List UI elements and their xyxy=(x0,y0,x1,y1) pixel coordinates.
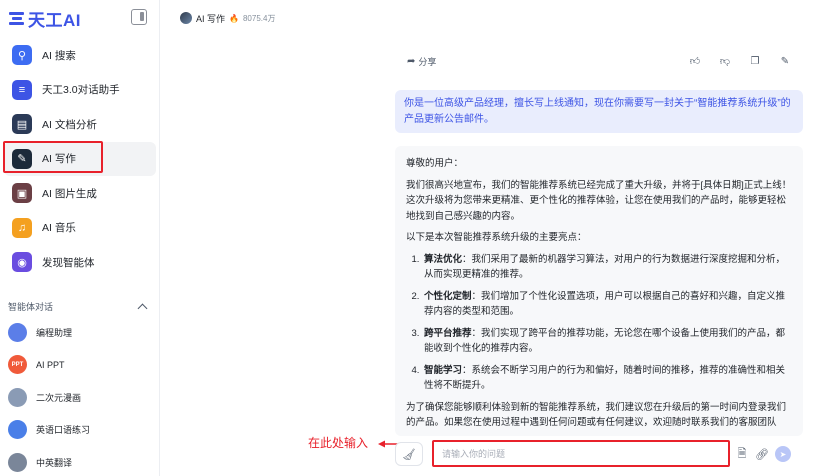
agent-item-label: 二次元漫画 xyxy=(36,392,82,403)
translate-avatar-icon xyxy=(8,452,27,472)
agent-item-label: 英语口语练习 xyxy=(36,425,91,436)
sidebar-item-label: 发现智能体 xyxy=(42,256,95,269)
reply-highlights-list: 算法优化：我们采用了最新的机器学习算法，对用户的行为数据进行深度挖掘和分析，从而… xyxy=(422,252,792,394)
thumbs-down-icon[interactable]: 👎︎ xyxy=(717,53,733,69)
reply-closing: 为了确保您能够顺利体验到新的智能推荐系统，我们建议您在升级后的第一时间内登录我们… xyxy=(406,401,787,429)
fire-icon: 🔥 xyxy=(229,13,239,23)
tiangong-icon: ≡ xyxy=(12,79,32,100)
file-upload-icon[interactable]: 🗎︎ xyxy=(734,446,750,462)
broom-icon: 🧹︎ xyxy=(402,448,416,461)
agent-item[interactable]: 编程助理 xyxy=(0,316,160,349)
agent-avatar xyxy=(180,12,192,24)
agent-item-label: 中英翻译 xyxy=(36,457,73,468)
brand-logo[interactable]: 天工AI xyxy=(8,7,81,30)
edit-icon[interactable]: ✎ xyxy=(777,53,793,69)
reply-highlights-lead: 以下是本次智能推荐系统升级的主要亮点： xyxy=(406,232,587,243)
sidebar-item-agent-discover[interactable]: ◉ 发现智能体 xyxy=(4,245,156,280)
highlight-title: 智能学习 xyxy=(424,364,463,376)
highlight-text: ：系统会不断学习用户的行为和偏好，随着时间的推移，推荐的准确性和相关性将不断提升… xyxy=(424,364,786,392)
highlight-item: 跨平台推荐：我们实现了跨平台的推荐功能，无论您在哪个设备上使用我们的产品，都能收… xyxy=(422,326,792,357)
chevron-up-icon xyxy=(137,303,148,313)
send-icon: ➤ xyxy=(779,449,787,459)
input-annotation: 在此处输入 xyxy=(308,436,369,450)
highlight-text: ：我们增加了个性化设置选项，用户可以根据自己的喜好和兴趣，自定义推荐内容的类型和… xyxy=(424,290,786,318)
coding-avatar-icon xyxy=(8,322,27,342)
highlight-item: 智能学习：系统会不断学习用户的行为和偏好，随着时间的推移，推荐的准确性和相关性将… xyxy=(422,363,792,394)
agents-section: 智能体对话 编程助理 PPT AI PPT 二次元漫画英语口语练习 中英翻译 xyxy=(0,296,160,476)
highlight-item: 算法优化：我们采用了最新的机器学习算法，对用户的行为数据进行深度挖掘和分析，从而… xyxy=(422,252,792,283)
share-button[interactable]: ➦ 分享 xyxy=(407,55,436,68)
search-icon: ⚲ xyxy=(12,45,32,66)
sidebar-item-tiangong[interactable]: ≡ 天工3.0对话助手 xyxy=(4,73,156,108)
agent-item-label: AI PPT xyxy=(36,359,65,370)
agent-discover-icon: ◉ xyxy=(12,252,32,273)
highlight-title: 跨平台推荐 xyxy=(424,327,472,339)
thumbs-up-icon[interactable]: 👍︎ xyxy=(687,53,703,69)
sidebar: 天工AI ⚲ AI 搜索 ≡ 天工3.0对话助手 ▤ AI 文档分析 ✎ AI 写作 ▣ AI 图… xyxy=(0,0,160,476)
clear-context-button[interactable]: 🧹︎ xyxy=(395,442,423,466)
chat-input-box[interactable] xyxy=(432,440,730,467)
reply-intro: 我们很高兴地宣布，我们的智能推荐系统已经完成了重大升级，并将于[具体日期]正式上… xyxy=(406,179,792,222)
message-action-bar: ➦ 分享 👍︎ 👎︎ ❐ ✎ xyxy=(395,50,803,72)
sidebar-item-document[interactable]: ▤ AI 文档分析 xyxy=(4,107,156,142)
conversation-title: AI 写作 xyxy=(196,13,226,24)
sidebar-item-label: AI 图片生成 xyxy=(42,187,97,200)
highlight-text: ：我们采用了最新的机器学习算法，对用户的行为数据进行深度挖掘和分析，从而实现更精… xyxy=(424,253,786,281)
highlight-title: 算法优化 xyxy=(424,253,463,265)
brand-mark-icon xyxy=(8,10,25,27)
document-icon: ▤ xyxy=(12,114,32,135)
english-avatar-icon xyxy=(8,420,27,440)
agents-section-title: 智能体对话 xyxy=(8,301,54,312)
highlight-box-ai-writing xyxy=(3,141,103,173)
share-icon: ➦ xyxy=(407,55,416,67)
conversation-header: AI 写作 🔥 8075.4万 xyxy=(180,10,275,26)
anime-avatar-icon xyxy=(8,387,27,407)
share-label: 分享 xyxy=(418,56,437,67)
highlight-item: 个性化定制：我们增加了个性化设置选项，用户可以根据自己的喜好和兴趣，自定义推荐内… xyxy=(422,289,792,320)
agent-item[interactable]: 中英翻译 xyxy=(0,446,160,476)
image-icon: ▣ xyxy=(12,183,32,204)
agent-item[interactable]: PPT AI PPT xyxy=(0,349,160,382)
sidebar-item-label: AI 文档分析 xyxy=(42,118,97,131)
highlight-title: 个性化定制 xyxy=(424,290,472,302)
agents-section-header[interactable]: 智能体对话 xyxy=(0,296,160,316)
brand-name: 天工AI xyxy=(28,10,81,30)
agent-item-label: 编程助理 xyxy=(36,327,73,338)
sidebar-collapse-icon[interactable] xyxy=(131,9,147,25)
sidebar-item-label: 天工3.0对话助手 xyxy=(42,84,120,97)
sidebar-item-label: AI 音乐 xyxy=(42,222,76,235)
chat-input[interactable] xyxy=(442,448,728,459)
agent-item[interactable]: 英语口语练习 xyxy=(0,414,160,447)
agents-list: 编程助理 PPT AI PPT 二次元漫画英语口语练习 中英翻译 xyxy=(0,316,160,476)
music-icon: ♫ xyxy=(12,217,32,238)
sidebar-item-label: AI 搜索 xyxy=(42,49,76,62)
copy-icon[interactable]: ❐ xyxy=(747,53,763,69)
sidebar-item-image[interactable]: ▣ AI 图片生成 xyxy=(4,176,156,211)
highlight-text: ：我们实现了跨平台的推荐功能，无论您在哪个设备上使用我们的产品，都能收到个性化的… xyxy=(424,327,786,355)
agent-item[interactable]: 二次元漫画 xyxy=(0,381,160,414)
ppt-icon: PPT xyxy=(8,355,27,375)
sidebar-item-search[interactable]: ⚲ AI 搜索 xyxy=(4,38,156,73)
assistant-reply: 尊敬的用户： 我们很高兴地宣布，我们的智能推荐系统已经完成了重大升级，并将于[具… xyxy=(395,146,803,436)
send-button[interactable]: ➤ xyxy=(775,446,791,462)
reply-greeting: 尊敬的用户： xyxy=(406,158,464,169)
link-icon[interactable]: 🔗︎ xyxy=(754,446,770,462)
usage-count: 8075.4万 xyxy=(242,13,276,23)
sidebar-item-music[interactable]: ♫ AI 音乐 xyxy=(4,211,156,246)
user-message: 你是一位高级产品经理，擅长写上线通知，现在你需要写一封关于“智能推荐系统升级”的… xyxy=(395,90,803,133)
